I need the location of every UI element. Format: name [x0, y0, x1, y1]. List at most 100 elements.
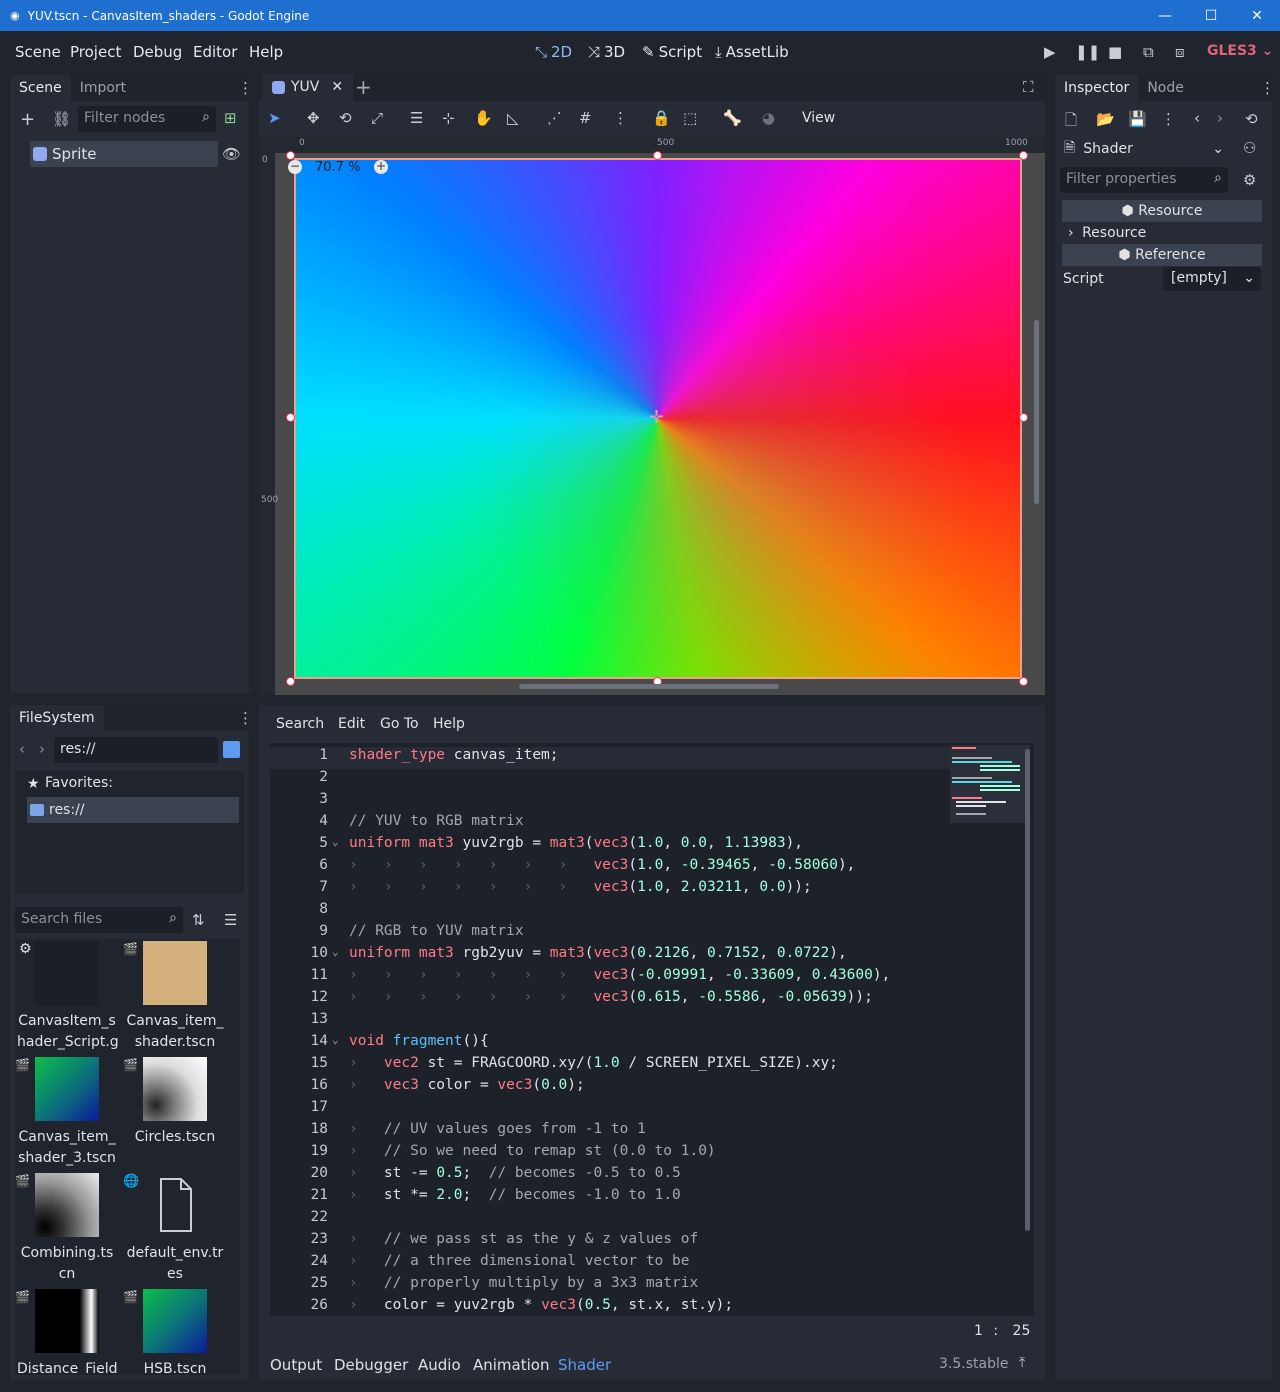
bottom-tab-debugger[interactable]: Debugger [334, 1356, 408, 1374]
renderer-select[interactable]: GLES3 ⌄ [1207, 43, 1273, 59]
code-line[interactable]: 22 [270, 1209, 950, 1231]
menu-help[interactable]: Help [433, 716, 465, 732]
dock-menu-icon[interactable]: ⋮ [238, 79, 253, 97]
code-line[interactable]: 3 [270, 791, 950, 813]
fold-arrow-icon[interactable]: ⌄ [332, 945, 339, 958]
resource-menu-icon[interactable]: ⋮ [1161, 110, 1176, 128]
filter-nodes-input[interactable]: Filter nodes ⌕ [78, 106, 216, 132]
scene-tree-item-sprite[interactable]: Sprite [30, 141, 218, 167]
code-line[interactable]: 16 › vec3 color = vec3(0.0); [270, 1077, 950, 1099]
fold-arrow-icon[interactable]: ⌄ [332, 1033, 339, 1046]
pivot-mode-icon[interactable]: ⊹ [442, 109, 455, 127]
file-item[interactable]: 🌐 default_env.tr es [123, 1173, 225, 1285]
file-item[interactable]: 🎬 Canvas_item_ shader_3.tscn [15, 1057, 117, 1169]
code-line[interactable]: 25 › // properly multiply by a 3x3 matrix [270, 1275, 950, 1297]
maximize-icon[interactable]: ☐ [1188, 0, 1234, 31]
close-tab-icon[interactable]: ✕ [331, 79, 343, 95]
add-tab-icon[interactable]: + [355, 75, 372, 99]
code-line[interactable]: 26 › color = yuv2rgb * vec3(0.5, st.x, st… [270, 1297, 950, 1316]
menu-search[interactable]: Search [276, 716, 324, 732]
workspace-3d[interactable]: ⤨ 3D [588, 43, 625, 61]
path-field[interactable]: res:// [54, 737, 218, 763]
list-view-icon[interactable]: ☰ [224, 911, 237, 929]
close-window-icon[interactable]: ✕ [1234, 0, 1280, 31]
resize-handle[interactable] [1019, 151, 1028, 160]
code-line[interactable]: 14 ⌄ void fragment(){ [270, 1033, 950, 1055]
stop-icon[interactable]: ■ [1108, 43, 1122, 61]
code-v-scrollbar[interactable] [1025, 749, 1030, 1231]
play-custom-scene-icon[interactable]: ⧈ [1175, 43, 1185, 61]
code-line[interactable]: 12 › › › › › › › vec3(0.615, -0.5586, -0.… [270, 989, 950, 1011]
bottom-tab-output[interactable]: Output [270, 1356, 322, 1374]
code-line[interactable]: 9 // RGB to YUV matrix [270, 923, 950, 945]
camera-icon[interactable]: ◕ [762, 109, 775, 127]
workspace-assetlib[interactable]: ⤓ AssetLib [715, 43, 789, 61]
menu-project[interactable]: Project [70, 43, 121, 61]
file-item[interactable]: 🎬 Combining.ts cn [15, 1173, 117, 1285]
play-scene-icon[interactable]: ⧉ [1143, 43, 1154, 61]
pan-mode-icon[interactable]: ✋ [474, 109, 493, 127]
zoom-out-icon[interactable]: − [288, 160, 302, 174]
code-line[interactable]: 11 › › › › › › › vec3(-0.09991, -0.33609,… [270, 967, 950, 989]
fold-arrow-icon[interactable]: ⌄ [332, 835, 339, 848]
zoom-in-icon[interactable]: + [374, 160, 388, 174]
property-options-icon[interactable]: ⚙ [1243, 171, 1256, 189]
instance-scene-icon[interactable]: ⊞ [224, 109, 237, 127]
code-line[interactable]: 13 [270, 1011, 950, 1033]
file-item[interactable]: 🎬 Canvas_item_ shader.tscn [123, 941, 225, 1053]
bottom-tab-audio[interactable]: Audio [418, 1356, 461, 1374]
forward-icon[interactable]: › [39, 740, 45, 758]
object-selector[interactable]: 🗎 Shader ⌄ [1060, 137, 1228, 161]
play-icon[interactable]: ▶ [1044, 43, 1056, 61]
tab-import[interactable]: Import [71, 75, 135, 101]
subsection-resource[interactable]: › Resource [1062, 222, 1262, 244]
code-line[interactable]: 2 [270, 769, 950, 791]
menu-help[interactable]: Help [249, 43, 283, 61]
menu-debug[interactable]: Debug [133, 43, 182, 61]
save-resource-icon[interactable]: 💾 [1128, 110, 1147, 128]
code-line[interactable]: 8 [270, 901, 950, 923]
add-node-icon[interactable]: + [20, 109, 35, 130]
code-line[interactable]: 7 › › › › › › › vec3(1.0, 2.03211, 0.0)); [270, 879, 950, 901]
dock-menu-icon[interactable]: ⋮ [1260, 79, 1275, 97]
code-line[interactable]: 17 [270, 1099, 950, 1121]
scene-tab-yuv[interactable]: YUV ✕ [262, 73, 354, 101]
new-resource-icon[interactable]: 🗋 [1065, 110, 1077, 135]
view-menu[interactable]: View [802, 110, 835, 126]
code-line[interactable]: 20 › st -= 0.5; // becomes -0.5 to 0.5 [270, 1165, 950, 1187]
code-line[interactable]: 21 › st *= 2.0; // becomes -1.0 to 1.0 [270, 1187, 950, 1209]
list-select-icon[interactable]: ☰ [410, 109, 423, 127]
code-line[interactable]: 23 › // we pass st as the y & z values of [270, 1231, 950, 1253]
resize-handle[interactable] [653, 151, 662, 160]
code-line[interactable]: 15 › vec2 st = FRAGCOORD.xy/(1.0 / SCREEN… [270, 1055, 950, 1077]
bottom-tab-animation[interactable]: Animation [473, 1356, 549, 1374]
sort-icon[interactable]: ⇅ [192, 911, 205, 929]
snap-options-icon[interactable]: ⋮ [613, 109, 628, 127]
resize-handle[interactable] [1019, 677, 1028, 686]
tab-inspector[interactable]: Inspector [1055, 75, 1139, 101]
search-files-input[interactable]: Search files ⌕ [15, 907, 183, 933]
open-resource-icon[interactable]: 📂 [1096, 110, 1115, 128]
select-mode-icon[interactable]: ➤ [268, 109, 281, 127]
object-properties-icon[interactable]: ⚇ [1243, 139, 1256, 157]
canvas-viewport[interactable]: 0 500 1000 0 500 ✛ − 70.7 % + [259, 137, 1045, 695]
menu-goto[interactable]: Go To [380, 716, 419, 732]
code-line[interactable]: 4 // YUV to RGB matrix [270, 813, 950, 835]
link-icon[interactable]: ⛓ [52, 110, 71, 128]
section-reference-header[interactable]: ⬢ Reference [1062, 244, 1262, 266]
expand-panel-icon[interactable]: ⤒ [1019, 1355, 1025, 1371]
file-item[interactable]: 🎬 Distance_Field [15, 1289, 118, 1375]
code-line[interactable]: 24 › // a three dimensional vector to be [270, 1253, 950, 1275]
scale-mode-icon[interactable]: ⤢ [371, 109, 383, 127]
fs-root-item[interactable]: res:// [27, 797, 239, 823]
workspace-script[interactable]: ✎ Script [642, 43, 702, 61]
zoom-level[interactable]: 70.7 % [315, 160, 360, 175]
tab-node[interactable]: Node [1138, 75, 1193, 101]
dock-menu-icon[interactable]: ⋮ [238, 709, 253, 727]
section-resource-header[interactable]: ⬢ Resource [1062, 200, 1262, 222]
grid-snap-icon[interactable]: # [579, 109, 592, 127]
file-item[interactable]: 🎬 Circles.tscn [123, 1057, 225, 1148]
visibility-eye-icon[interactable]: 👁 [222, 145, 241, 163]
code-line[interactable]: 19 › // So we need to remap st (0.0 to 1.… [270, 1143, 950, 1165]
code-line[interactable]: 18 › // UV values goes from -1 to 1 [270, 1121, 950, 1143]
